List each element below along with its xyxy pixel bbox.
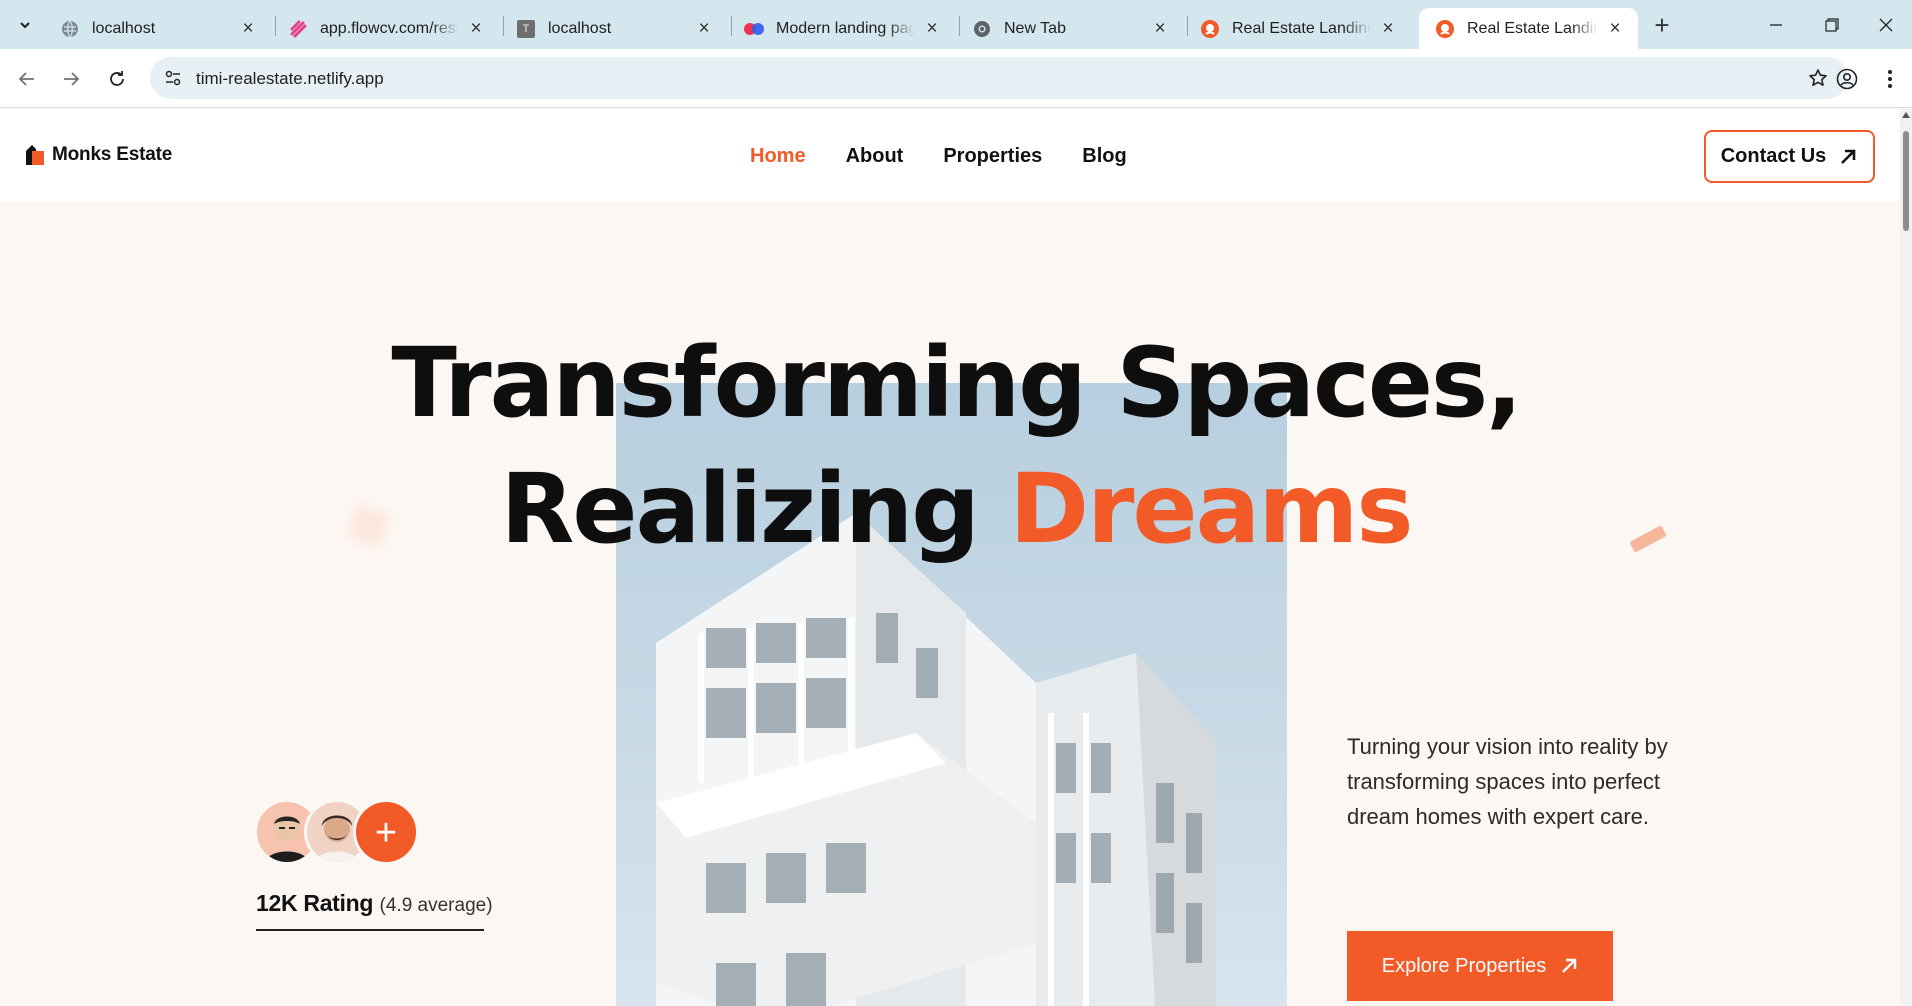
- hero-title-plain: Realizing: [500, 453, 980, 565]
- rating-average: (4.9 average): [379, 895, 493, 916]
- close-icon[interactable]: ×: [1149, 18, 1171, 40]
- bookmark-star-icon[interactable]: [1806, 66, 1830, 90]
- estate-favicon-icon: [1435, 19, 1455, 39]
- arrow-right-icon: [64, 72, 80, 86]
- tab-title: Modern landing page: [776, 19, 915, 37]
- house-logo-icon: [26, 145, 44, 165]
- contact-us-button[interactable]: Contact Us: [1704, 130, 1875, 183]
- tab-title: localhost: [92, 19, 156, 37]
- minimize-button[interactable]: [1750, 0, 1802, 49]
- hero-title-line-2: Realizing Dreams: [0, 461, 1912, 557]
- t-letter-icon: T: [516, 19, 536, 39]
- back-button[interactable]: [12, 64, 42, 94]
- reload-icon: [110, 71, 124, 86]
- menu-kebab-icon[interactable]: [1878, 64, 1902, 94]
- browser-toolbar: timi-realestate.netlify.app: [0, 49, 1912, 108]
- main-nav: Home About Properties Blog: [750, 145, 1127, 168]
- tab-1[interactable]: app.flowcv.com/resum ×: [272, 8, 499, 49]
- arrow-up-right-icon: [1841, 149, 1856, 164]
- tab-6-active[interactable]: Real Estate Landing Page ×: [1419, 8, 1638, 49]
- tab-5[interactable]: Real Estate Landing Page ×: [1184, 8, 1411, 49]
- hero-title-line-1: Transforming Spaces,: [391, 327, 1522, 439]
- tab-title: app.flowcv.com/resum: [320, 19, 459, 37]
- close-icon[interactable]: ×: [237, 18, 259, 40]
- url-text[interactable]: timi-realestate.netlify.app: [196, 69, 384, 89]
- rating-count: 12K Rating: [256, 890, 374, 916]
- hero-description: Turning your vision into reality by tran…: [1347, 734, 1668, 829]
- arrow-left-icon: [18, 72, 34, 86]
- profile-icon[interactable]: [1832, 64, 1862, 94]
- forward-button[interactable]: [56, 64, 86, 94]
- restore-button[interactable]: [1806, 0, 1858, 49]
- tab-title: Real Estate Landing Page: [1232, 19, 1371, 37]
- minimize-icon: [1770, 23, 1782, 26]
- tab-3[interactable]: Modern landing page ×: [728, 8, 955, 49]
- chevron-down-icon: [20, 22, 30, 29]
- nav-home[interactable]: Home: [750, 145, 806, 168]
- tab-strip: localhost × app.flowcv.com/resum × T loc…: [0, 0, 1912, 49]
- reload-button[interactable]: [102, 64, 132, 94]
- two-dots-icon: [744, 19, 764, 39]
- page-scrollbar[interactable]: [1900, 109, 1912, 1006]
- close-icon[interactable]: ×: [693, 18, 715, 40]
- site-header: Monks Estate Home About Properties Blog …: [0, 109, 1912, 202]
- estate-favicon-icon: [1200, 19, 1220, 39]
- nav-blog[interactable]: Blog: [1082, 145, 1126, 168]
- close-window-button[interactable]: [1860, 0, 1912, 49]
- globe-icon: [60, 19, 80, 39]
- tab-0[interactable]: localhost ×: [44, 8, 271, 49]
- address-bar[interactable]: timi-realestate.netlify.app: [150, 57, 1848, 99]
- hero-title-accent: Dreams: [1009, 453, 1413, 565]
- nav-properties[interactable]: Properties: [943, 145, 1042, 168]
- brand-name: Monks Estate: [52, 144, 173, 165]
- nav-about[interactable]: About: [846, 145, 904, 168]
- arrow-up-right-icon: [1562, 958, 1577, 973]
- scroll-up-arrow-icon[interactable]: [1902, 112, 1910, 118]
- new-tab-button[interactable]: +: [1648, 12, 1676, 40]
- close-icon[interactable]: ×: [921, 18, 943, 40]
- add-avatar-button[interactable]: +: [353, 799, 419, 865]
- close-icon[interactable]: ×: [1604, 18, 1626, 40]
- tab-search-button[interactable]: [8, 8, 42, 42]
- flowcv-icon: [288, 19, 308, 39]
- avatar-group: +: [254, 799, 424, 865]
- close-icon[interactable]: ×: [1377, 18, 1399, 40]
- brand-logo[interactable]: Monks Estate: [24, 143, 172, 167]
- tab-title: New Tab: [1004, 19, 1066, 37]
- scrollbar-thumb[interactable]: [1903, 131, 1909, 231]
- tab-2[interactable]: T localhost ×: [500, 8, 727, 49]
- tab-title: localhost: [548, 19, 612, 37]
- tab-title: Real Estate Landing Page: [1467, 19, 1598, 37]
- explore-properties-label: Explore Properties: [1381, 954, 1547, 977]
- site-info-icon[interactable]: [162, 67, 184, 89]
- rating-underline: [256, 929, 484, 931]
- restore-icon: [1825, 17, 1839, 32]
- rating-text: 12K Rating (4.9 average): [256, 890, 493, 917]
- chrome-icon: [972, 19, 992, 39]
- close-icon: [1879, 18, 1893, 31]
- explore-properties-button[interactable]: Explore Properties: [1347, 931, 1613, 1001]
- close-icon[interactable]: ×: [465, 18, 487, 40]
- web-page: Monks Estate Home About Properties Blog …: [0, 109, 1912, 1006]
- tab-4[interactable]: New Tab ×: [956, 8, 1183, 49]
- contact-us-label: Contact Us: [1720, 145, 1827, 167]
